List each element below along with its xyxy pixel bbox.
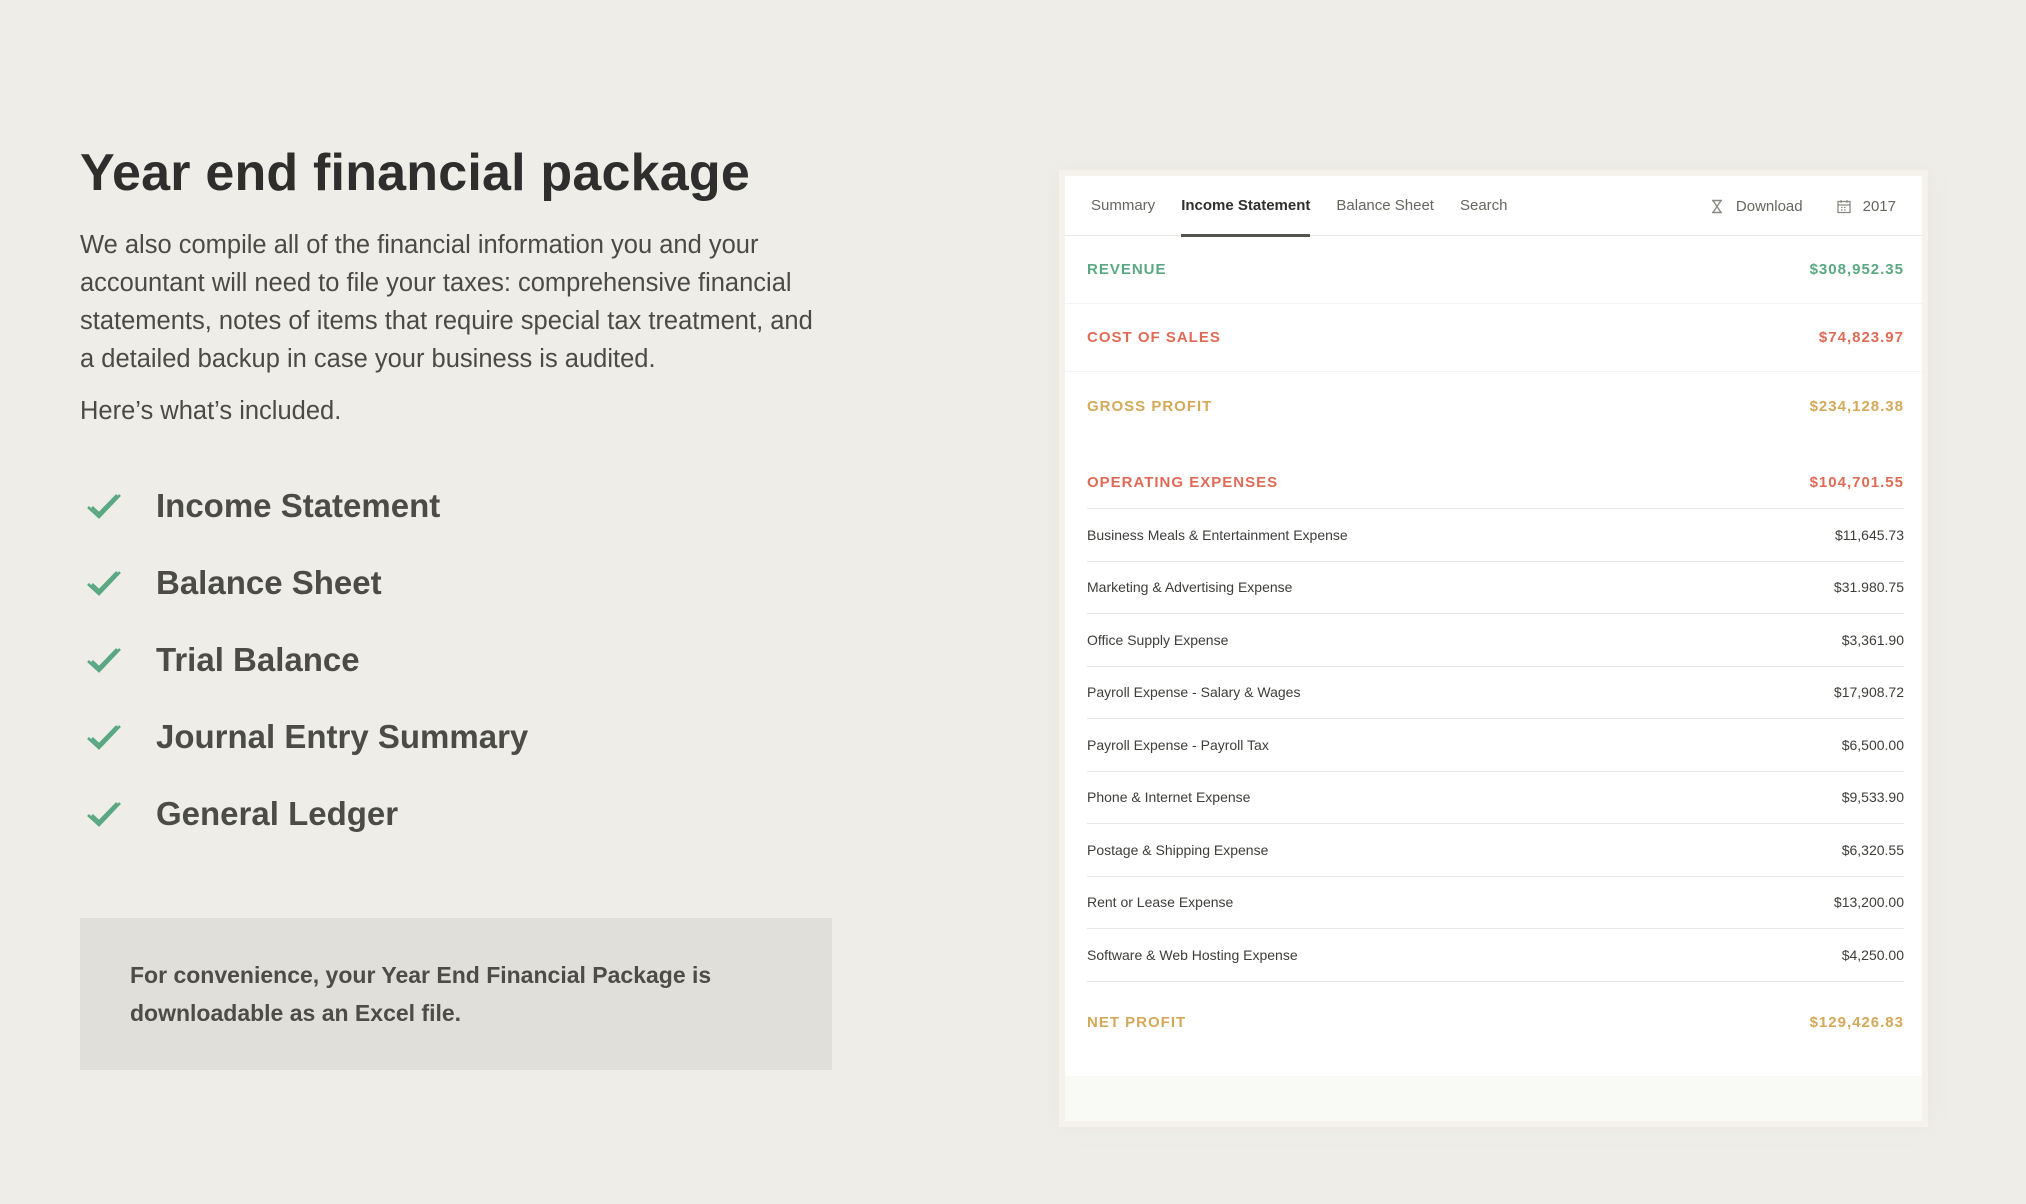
cost-of-sales-row: COST OF SALES $74,823.97 (1065, 304, 1922, 372)
expense-name: Rent or Lease Expense (1087, 894, 1234, 911)
included-list: Income Statement Balance Sheet Trial Bal… (80, 486, 832, 834)
expense-amount: $6,320.55 (1841, 841, 1904, 858)
operating-expenses-value: $104,701.55 (1809, 473, 1904, 491)
table-row: Phone & Internet Expense $9,533.90 (1087, 772, 1904, 824)
net-profit-row: NET PROFIT $129,426.83 (1065, 982, 1922, 1064)
list-item-label: Journal Entry Summary (156, 718, 529, 755)
expense-amount: $11,645.73 (1834, 526, 1904, 543)
check-icon (86, 723, 122, 751)
table-row: Business Meals & Entertainment Expense $… (1087, 509, 1904, 562)
expense-amount: $13,200.00 (1833, 894, 1904, 911)
table-row: Payroll Expense - Salary & Wages $17,908… (1087, 667, 1904, 719)
table-row: Office Supply Expense $3,361.90 (1087, 614, 1904, 667)
expense-list: Business Meals & Entertainment Expense $… (1087, 508, 1904, 982)
intro-section: Year end financial package We also compi… (80, 140, 832, 871)
list-item: Journal Entry Summary (80, 717, 832, 757)
expense-name: Marketing & Advertising Expense (1087, 579, 1293, 596)
revenue-value: $308,952.35 (1809, 261, 1904, 278)
expense-name: Payroll Expense - Salary & Wages (1087, 684, 1301, 701)
expense-name: Software & Web Hosting Expense (1087, 946, 1298, 963)
tab-search[interactable]: Search (1460, 176, 1508, 236)
gross-profit-value: $234,128.38 (1809, 397, 1904, 415)
net-profit-value: $129,426.83 (1809, 1014, 1904, 1031)
table-row: Payroll Expense - Payroll Tax $6,500.00 (1087, 719, 1904, 772)
gross-profit-label: GROSS PROFIT (1087, 397, 1213, 415)
table-row: Rent or Lease Expense $13,200.00 (1087, 877, 1904, 929)
excel-note: For convenience, your Year End Financial… (80, 918, 832, 1070)
year-selector[interactable]: 2017 (1836, 197, 1896, 215)
expense-amount: $6,500.00 (1841, 736, 1904, 753)
table-row: Software & Web Hosting Expense $4,250.00 (1087, 929, 1904, 982)
tab-income-statement[interactable]: Income Statement (1181, 176, 1311, 237)
expense-amount: $31.980.75 (1833, 579, 1904, 596)
operating-expenses-label: OPERATING EXPENSES (1087, 473, 1279, 491)
page-title: Year end financial package (80, 144, 750, 202)
check-icon (86, 646, 122, 674)
year-label: 2017 (1862, 197, 1896, 215)
expense-name: Phone & Internet Expense (1087, 789, 1251, 806)
list-item: Income Statement (80, 486, 832, 526)
revenue-label: REVENUE (1087, 261, 1167, 278)
list-item-label: Trial Balance (156, 641, 360, 678)
net-profit-label: NET PROFIT (1087, 1014, 1187, 1031)
cost-of-sales-value: $74,823.97 (1818, 329, 1904, 346)
income-statement-panel: Summary Income Statement Balance Sheet S… (1065, 176, 1922, 1121)
expense-amount: $3,361.90 (1841, 631, 1904, 648)
table-row: Marketing & Advertising Expense $31.980.… (1087, 562, 1904, 614)
operating-expenses-row: OPERATING EXPENSES $104,701.55 (1065, 456, 1922, 508)
table-row: Postage & Shipping Expense $6,320.55 (1087, 824, 1904, 877)
tab-summary[interactable]: Summary (1091, 176, 1155, 236)
list-item-label: General Ledger (156, 795, 399, 832)
panel-footer (1065, 1076, 1922, 1121)
report-tabs: Summary Income Statement Balance Sheet S… (1065, 176, 1922, 237)
list-item: Trial Balance (80, 640, 832, 680)
list-item-label: Income Statement (156, 487, 441, 524)
check-icon (86, 569, 122, 597)
calendar-icon (1836, 199, 1851, 214)
download-button[interactable]: Download (1710, 198, 1803, 215)
expense-name: Postage & Shipping Expense (1087, 841, 1269, 858)
report-tools: Download 2017 (1710, 176, 1896, 236)
revenue-row: REVENUE $308,952.35 (1065, 236, 1922, 304)
expense-name: Office Supply Expense (1087, 631, 1229, 648)
check-icon (86, 800, 122, 828)
expense-name: Payroll Expense - Payroll Tax (1087, 736, 1269, 753)
list-item-label: Balance Sheet (156, 564, 382, 601)
expense-amount: $9,533.90 (1841, 789, 1904, 806)
intro-paragraph: We also compile all of the financial inf… (80, 231, 813, 373)
download-label: Download (1735, 197, 1803, 215)
check-icon (86, 492, 122, 520)
gross-profit-row: GROSS PROFIT $234,128.38 (1065, 372, 1922, 440)
expense-amount: $4,250.00 (1841, 946, 1904, 963)
tab-balance-sheet[interactable]: Balance Sheet (1336, 176, 1434, 236)
expense-amount: $17,908.72 (1833, 684, 1904, 701)
included-caption: Here’s what’s included. (80, 397, 342, 425)
list-item: Balance Sheet (80, 563, 832, 603)
list-item: General Ledger (80, 794, 832, 834)
expense-name: Business Meals & Entertainment Expense (1087, 526, 1348, 543)
hourglass-icon (1710, 199, 1724, 214)
cost-of-sales-label: COST OF SALES (1087, 329, 1221, 346)
